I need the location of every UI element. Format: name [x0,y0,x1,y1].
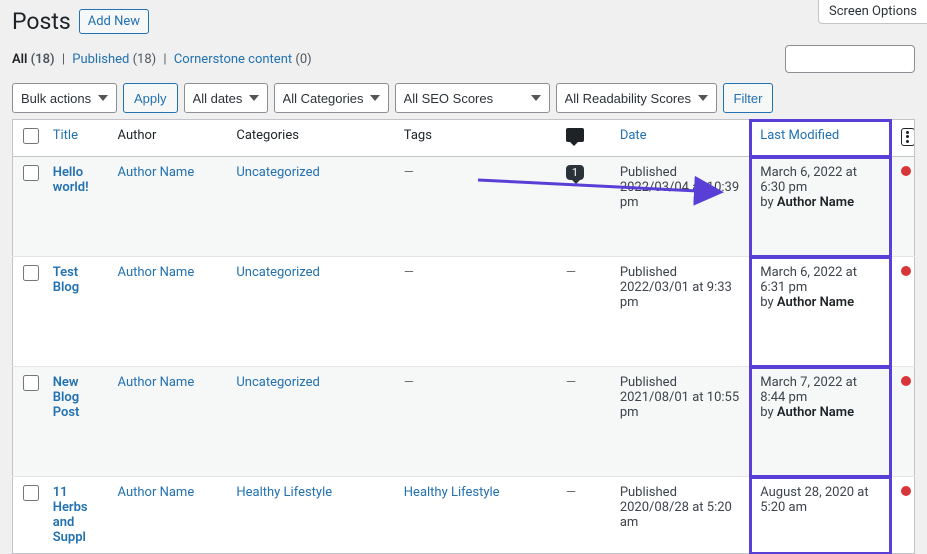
date-status: Published [620,265,677,280]
bulk-actions-select[interactable]: Bulk actions [12,83,117,113]
col-seo-indicator [891,120,915,157]
search-input[interactable] [785,45,915,73]
col-title[interactable]: Title [43,120,108,157]
modified-date: March 7, 2022 at 8:44 pm [760,375,857,405]
date-value: 2022/03/04 at 10:39 pm [620,180,739,210]
category-link[interactable]: Uncategorized [236,375,319,390]
no-tags: — [404,165,414,180]
col-last-modified[interactable]: Last Modified [750,120,890,157]
post-title-link[interactable]: Hello world! [53,165,89,195]
category-link[interactable]: Uncategorized [236,265,319,280]
post-title-link[interactable]: Test Blog [53,265,79,295]
no-comments: — [566,375,576,390]
modified-date: March 6, 2022 at 6:30 pm [760,165,857,195]
date-status: Published [620,165,677,180]
table-row: New Blog Post Author Name Uncategorized — — P… [13,367,915,477]
dates-filter[interactable]: All dates [184,83,268,113]
seo-score-dot [901,486,911,496]
col-comments[interactable] [556,120,610,157]
no-tags: — [404,265,414,280]
screen-options-tab[interactable]: Screen Options [818,0,927,24]
modified-date: March 6, 2022 at 6:31 pm [760,265,857,295]
date-value: 2022/03/01 at 9:33 pm [620,280,732,310]
row-checkbox[interactable] [23,265,39,281]
table-row: 11 Herbs and Suppl Author Name Healthy Lif… [13,477,915,554]
post-title-link[interactable]: New Blog Post [53,375,80,420]
view-published[interactable]: Published (18) [72,52,156,67]
add-new-button[interactable]: Add New [79,9,149,34]
view-cornerstone[interactable]: Cornerstone content [174,52,292,67]
filter-button[interactable]: Filter [723,83,774,113]
view-all[interactable]: All (18) [12,52,55,67]
comment-count[interactable]: 1 [566,165,584,180]
row-checkbox[interactable] [23,375,39,391]
no-comments: — [566,485,576,500]
author-link[interactable]: Author Name [118,375,195,390]
col-categories: Categories [226,120,393,157]
seo-score-dot [901,166,911,176]
date-status: Published [620,375,677,390]
table-row: Hello world! Author Name Uncategorized — 1 Pu… [13,157,915,257]
category-link[interactable]: Healthy Lifestyle [236,485,332,500]
modified-date: August 28, 2020 at 5:20 am [760,485,868,515]
seo-score-dot [901,376,911,386]
date-status: Published [620,485,677,500]
author-link[interactable]: Author Name [118,265,195,280]
col-tags: Tags [394,120,556,157]
no-tags: — [404,375,414,390]
modified-by: by Author Name [760,295,854,310]
col-author: Author [108,120,227,157]
apply-button[interactable]: Apply [123,83,178,113]
traffic-light-icon [901,128,915,146]
row-checkbox[interactable] [23,485,39,501]
seo-filter[interactable]: All SEO Scores [395,83,550,113]
posts-table: Title Author Categories Tags Date Last M… [12,119,915,554]
categories-filter[interactable]: All Categories [274,83,389,113]
select-all-checkbox[interactable] [23,128,39,144]
no-comments: — [566,265,576,280]
date-value: 2020/08/28 at 5:20 am [620,500,732,530]
col-date[interactable]: Date [610,120,750,157]
comment-icon [566,128,584,142]
date-value: 2021/08/01 at 10:55 pm [620,390,739,420]
table-row: Test Blog Author Name Uncategorized — — Publi… [13,257,915,367]
modified-by: by Author Name [760,405,854,420]
seo-score-dot [901,266,911,276]
row-checkbox[interactable] [23,165,39,181]
author-link[interactable]: Author Name [118,165,195,180]
tag-link[interactable]: Healthy Lifestyle [404,485,500,500]
modified-by: by Author Name [760,195,854,210]
readability-filter[interactable]: All Readability Scores [556,83,717,113]
page-title: Posts [12,8,71,35]
post-title-link[interactable]: 11 Herbs and Suppl [53,485,88,545]
author-link[interactable]: Author Name [118,485,195,500]
category-link[interactable]: Uncategorized [236,165,319,180]
